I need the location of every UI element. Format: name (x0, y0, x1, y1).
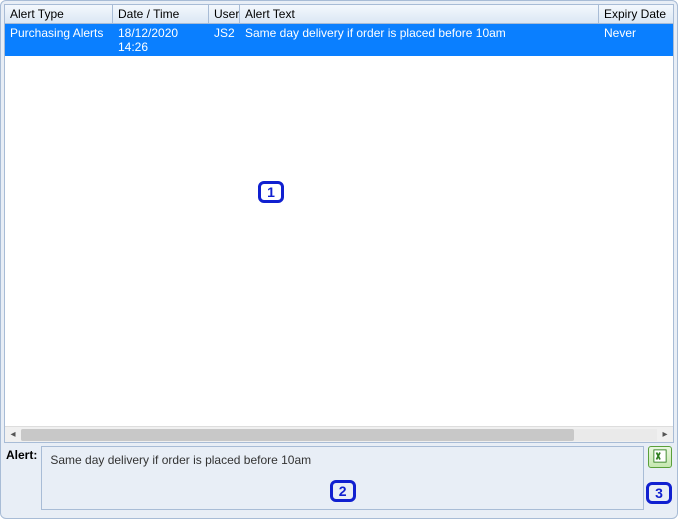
alerts-panel: Alert Type Date / Time User Alert Text E… (0, 0, 678, 519)
cell-date-time: 18/12/2020 14:26 (113, 24, 209, 56)
col-header-alert-text[interactable]: Alert Text (240, 5, 599, 23)
cell-user: JS2 (209, 24, 240, 56)
cell-expiry-date: Never (599, 24, 673, 56)
table-header-row: Alert Type Date / Time User Alert Text E… (5, 5, 673, 24)
cell-alert-type: Purchasing Alerts (5, 24, 113, 56)
col-header-date-time[interactable]: Date / Time (113, 5, 209, 23)
spreadsheet-icon (653, 449, 667, 466)
export-button[interactable] (648, 446, 672, 468)
col-header-expiry-date[interactable]: Expiry Date (599, 5, 673, 23)
table-body[interactable]: Purchasing Alerts 18/12/2020 14:26 JS2 S… (5, 24, 673, 426)
table-row[interactable]: Purchasing Alerts 18/12/2020 14:26 JS2 S… (5, 24, 673, 56)
alerts-table: Alert Type Date / Time User Alert Text E… (4, 4, 674, 443)
detail-area: Alert: 2 3 (4, 443, 674, 515)
cell-alert-text: Same day delivery if order is placed bef… (240, 24, 599, 56)
alert-label: Alert: (6, 446, 37, 462)
alert-text-display[interactable] (41, 446, 644, 510)
col-header-user[interactable]: User (209, 5, 240, 23)
callout-3: 3 (646, 482, 672, 504)
scroll-thumb[interactable] (21, 429, 574, 441)
col-header-alert-type[interactable]: Alert Type (5, 5, 113, 23)
scroll-left-icon[interactable]: ◂ (5, 427, 21, 443)
detail-button-column: 3 (648, 446, 672, 510)
scroll-track[interactable] (21, 429, 657, 441)
scroll-right-icon[interactable]: ▸ (657, 427, 673, 443)
horizontal-scrollbar[interactable]: ◂ ▸ (5, 426, 673, 442)
